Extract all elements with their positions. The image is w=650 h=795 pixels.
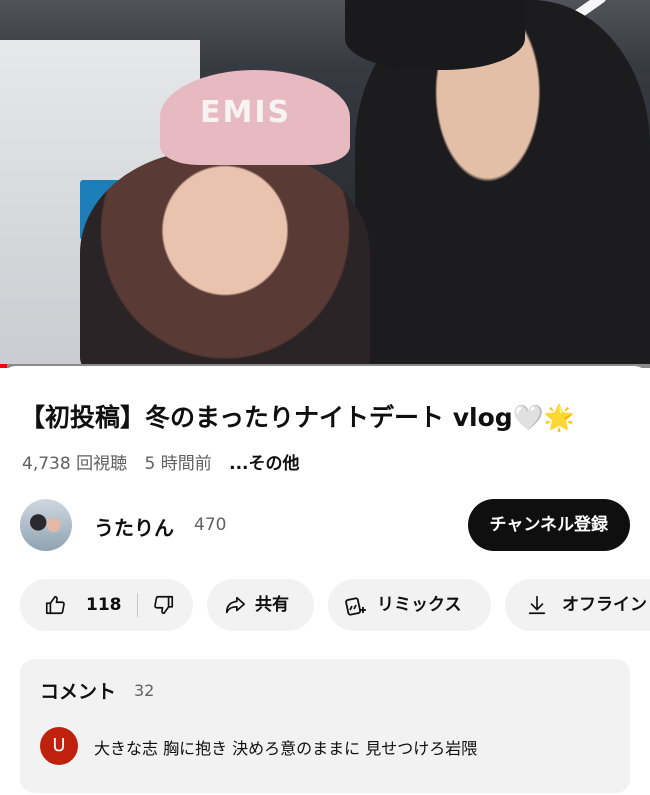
thumbs-down-icon[interactable] [153,594,175,616]
remix-icon [345,597,366,616]
action-bar: 118 共有 リミックス オフライン [20,579,650,633]
remix-label: リミックス [377,595,462,615]
cap-text: EMIS [200,95,292,130]
comments-card[interactable]: コメント 32 U 大きな志 胸に抱き 決めろ意のままに 見せつけろ岩隈 [20,659,630,793]
comments-heading: コメント [40,681,117,703]
channel-name[interactable]: うたりん [94,512,174,541]
channel-row[interactable]: うたりん 470 チャンネル登録 [20,499,630,553]
share-label: 共有 [255,595,289,615]
thumbs-up-icon[interactable] [44,594,66,616]
remix-button[interactable]: リミックス [328,579,491,631]
more-link[interactable]: ...その他 [229,454,299,474]
subscribe-button[interactable]: チャンネル登録 [467,499,630,551]
like-dislike-pill: 118 [20,579,193,631]
share-icon [225,596,245,614]
view-count: 4,738 回視聴 [22,454,128,474]
share-button[interactable]: 共有 [207,579,314,631]
top-comment-text: 大きな志 胸に抱き 決めろ意のままに 見せつけろ岩隈 [94,739,478,758]
commenter-avatar: U [40,727,78,765]
offline-button[interactable]: オフライン [505,579,650,631]
video-player[interactable]: EMIS [0,0,650,368]
like-divider [137,593,138,617]
comments-count: 32 [134,681,155,700]
video-title: 【初投稿】冬のまったりナイトデート vlog🤍🌟 [20,403,575,432]
download-icon [528,595,546,615]
video-progress-fill [0,364,7,368]
subscriber-count: 470 [194,515,227,535]
video-frame-hair [345,0,525,70]
like-count[interactable]: 118 [86,579,122,631]
offline-label: オフライン [562,595,647,615]
video-frame-person-left [80,150,370,368]
video-details-sheet: 【初投稿】冬のまったりナイトデート vlog🤍🌟 4,738 回視聴 5 時間前… [0,366,650,795]
upload-time: 5 時間前 [144,454,212,474]
channel-avatar[interactable] [20,499,72,551]
video-meta: 4,738 回視聴 5 時間前 ...その他 [22,449,312,474]
